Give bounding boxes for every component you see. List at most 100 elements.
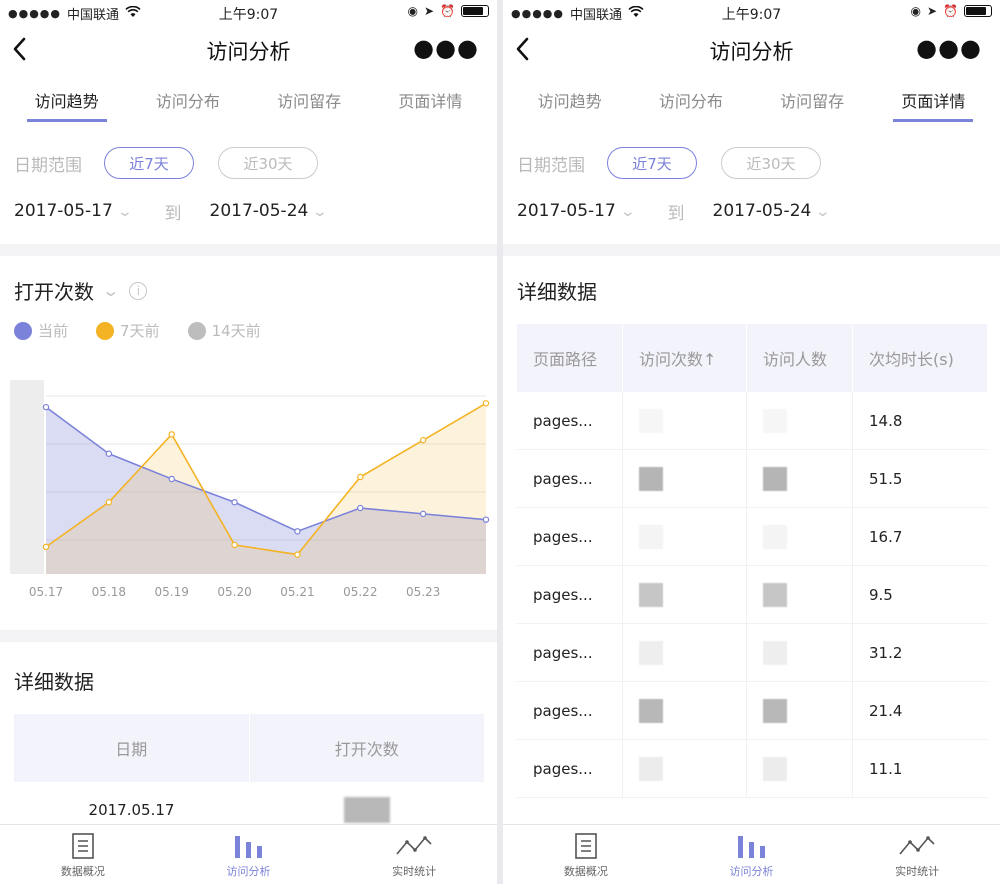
cell-page-path: pages... [517, 682, 623, 739]
tabbar-realtime[interactable]: 实时统计 [834, 825, 1000, 884]
cell-visits-redacted [623, 740, 747, 797]
column-header-opens[interactable]: 打开次数 [248, 714, 485, 782]
cell-visits-redacted [623, 450, 747, 507]
legend-14-days-ago[interactable]: 14天前 [187, 320, 261, 341]
date-range-selector: 日期范围 近7天 近30天 [14, 146, 483, 180]
screen-visit-trend: ●●●●● 中国联通 上午9:07 ◉ ➤ ⏰ 访问分析 ●●● 访问趋势 访问… [0, 0, 497, 884]
tab-visit-trend[interactable]: 访问趋势 [26, 82, 107, 122]
metric-selector[interactable]: 打开次数 ⌄ i [14, 276, 148, 305]
date-picker-row: 2017-05-17 ⌄ 到 2017-05-24 ⌄ [14, 196, 483, 226]
redacted-block [763, 640, 787, 665]
cell-page-path: pages... [517, 508, 623, 565]
table-row[interactable]: pages... 21.4 [517, 682, 987, 740]
tabbar-overview[interactable]: 数据概况 [503, 825, 669, 884]
tab-visit-retention[interactable]: 访问留存 [269, 82, 349, 122]
redacted-y-axis [10, 380, 44, 574]
redacted-block [639, 408, 663, 433]
tab-visit-retention[interactable]: 访问留存 [772, 82, 852, 122]
table-row[interactable]: pages... 31.2 [517, 624, 987, 682]
column-header-visits[interactable]: 访问次数↑ [623, 324, 747, 392]
chevron-down-icon: ⌄ [814, 204, 832, 220]
data-point [294, 528, 301, 535]
start-date-picker[interactable]: 2017-05-17 ⌄ [517, 201, 636, 221]
last-30-days-button[interactable]: 近30天 [218, 147, 318, 179]
tab-visit-distribution[interactable]: 访问分布 [148, 82, 228, 122]
cell-page-path: pages... [517, 566, 623, 623]
table-row[interactable]: pages... 9.5 [517, 566, 987, 624]
metric-title: 打开次数 [14, 280, 94, 304]
column-header-avg-duration[interactable]: 次均时长(s) [853, 324, 987, 392]
chevron-down-icon: ⌄ [311, 204, 329, 220]
x-tick-label: 05.20 [217, 585, 251, 599]
chevron-down-icon: ⌄ [101, 281, 121, 300]
data-point [294, 551, 301, 558]
redacted-block [639, 582, 663, 607]
date-picker-row: 2017-05-17 ⌄ 到 2017-05-24 ⌄ [517, 196, 986, 226]
cell-page-path: pages... [517, 450, 623, 507]
last-7-days-button[interactable]: 近7天 [607, 147, 697, 179]
start-date-picker[interactable]: 2017-05-17 ⌄ [14, 201, 133, 221]
rotation-lock-icon: ◉ [910, 4, 921, 18]
redacted-block [763, 698, 787, 723]
info-icon[interactable]: i [129, 281, 148, 300]
battery-icon [964, 5, 992, 17]
chart-legend: 当前 7天前 14天前 [14, 320, 261, 341]
tab-page-details[interactable]: 页面详情 [893, 82, 974, 122]
redacted-block [639, 466, 663, 491]
tabbar-realtime[interactable]: 实时统计 [331, 825, 497, 884]
end-date-picker[interactable]: 2017-05-24 ⌄ [210, 201, 329, 221]
cell-visits-redacted [623, 682, 747, 739]
data-point [231, 541, 238, 549]
table-row[interactable]: pages... 16.7 [517, 508, 987, 566]
more-menu-button[interactable]: ●●● [916, 34, 982, 62]
redacted-block [763, 756, 787, 781]
cell-page-path: pages... [517, 740, 623, 797]
document-icon [566, 831, 606, 861]
column-header-page-path[interactable]: 页面路径 [517, 324, 623, 392]
cell-visitors-redacted [747, 624, 853, 681]
table-body: pages... 14.8 pages... 51.5 pages... 16.7 page… [517, 392, 987, 798]
tab-visit-trend[interactable]: 访问趋势 [530, 82, 610, 122]
last-7-days-button[interactable]: 近7天 [104, 147, 194, 179]
alarm-icon: ⏰ [440, 4, 455, 18]
data-point [357, 504, 364, 512]
column-header-date[interactable]: 日期 [14, 714, 249, 782]
tabbar-visit-analysis[interactable]: 访问分析 [166, 825, 332, 884]
legend-swatch [96, 321, 115, 340]
cell-visitors-redacted [747, 392, 853, 449]
end-date-picker[interactable]: 2017-05-24 ⌄ [713, 201, 832, 221]
legend-current[interactable]: 当前 [14, 320, 68, 341]
data-point [42, 543, 50, 551]
cell-visitors-redacted [747, 740, 853, 797]
table-row[interactable]: pages... 11.1 [517, 740, 987, 798]
column-header-visitors[interactable]: 访问人数 [747, 324, 853, 392]
cell-visitors-redacted [747, 682, 853, 739]
cell-avg-duration: 14.8 [869, 411, 903, 430]
screen-page-details: ●●●●● 中国联通 上午9:07 ◉ ➤ ⏰ 访问分析 ●●● 访问趋势 访问… [503, 0, 1000, 884]
more-menu-button[interactable]: ●●● [413, 34, 479, 62]
line-chart: 05.17 05.18 05.19 05.20 05.21 05.22 05.23 [10, 380, 490, 599]
x-tick-label: 05.17 [29, 585, 63, 599]
section-divider [503, 244, 1000, 256]
cell-avg-duration: 51.5 [869, 469, 903, 488]
start-date-value: 2017-05-17 [517, 201, 616, 221]
tab-visit-distribution[interactable]: 访问分布 [651, 82, 731, 122]
cell-visitors-redacted [747, 566, 853, 623]
data-point [168, 475, 175, 483]
last-30-days-button[interactable]: 近30天 [721, 147, 821, 179]
redacted-block [639, 524, 663, 549]
battery-icon [461, 5, 489, 17]
data-point [419, 436, 427, 444]
redacted-block [763, 524, 787, 549]
document-icon [63, 831, 103, 861]
tabbar-overview[interactable]: 数据概况 [0, 825, 166, 884]
cell-avg-duration: 16.7 [869, 527, 903, 546]
legend-7-days-ago[interactable]: 7天前 [96, 320, 160, 341]
table-row[interactable]: pages... 51.5 [517, 450, 987, 508]
tab-page-details[interactable]: 页面详情 [390, 82, 470, 122]
table-row[interactable]: pages... 14.8 [517, 392, 987, 450]
tabbar-visit-analysis[interactable]: 访问分析 [669, 825, 835, 884]
cell-avg-duration: 9.5 [869, 585, 893, 604]
tab-bar-top: 访问趋势 访问分布 访问留存 页面详情 [503, 82, 1000, 124]
table-header: 页面路径 访问次数↑ 访问人数 次均时长(s) [517, 324, 987, 392]
